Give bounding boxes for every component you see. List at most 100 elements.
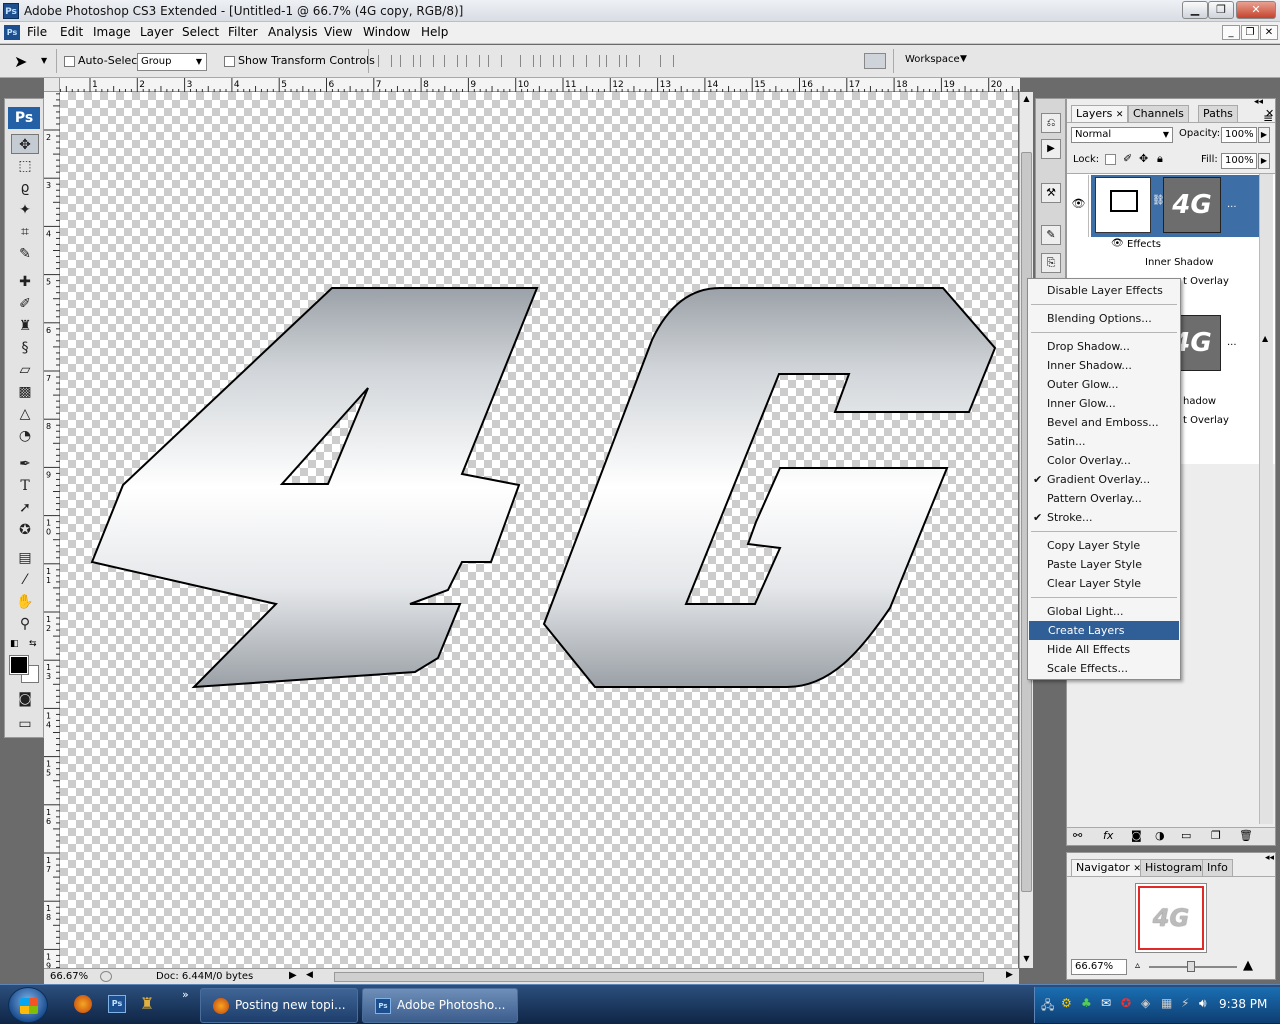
menu-item-gradient-overlay[interactable]: ✔ Gradient Overlay...: [1028, 470, 1180, 489]
foreground-color-swatch[interactable]: [9, 655, 29, 675]
new-group-icon[interactable]: ▭: [1181, 829, 1191, 842]
antivirus-icon[interactable]: ✪: [1121, 996, 1131, 1010]
tool-presets-icon[interactable]: ⚒: [1041, 183, 1061, 203]
clone-stamp-tool-icon[interactable]: ♜: [11, 316, 39, 336]
scroll-up-icon[interactable]: ▲: [1020, 92, 1033, 106]
photoshop-logo[interactable]: Ps: [8, 107, 40, 129]
menu-analysis[interactable]: Analysis: [268, 25, 317, 39]
start-button[interactable]: [8, 987, 48, 1023]
ruler-origin[interactable]: [44, 78, 60, 92]
menu-item-inner-shadow[interactable]: Inner Shadow...: [1028, 356, 1180, 375]
menu-item-hide-all-effects[interactable]: Hide All Effects: [1028, 640, 1180, 659]
horizontal-scroll-thumb[interactable]: [334, 972, 984, 982]
tab-paths[interactable]: Paths: [1198, 105, 1238, 122]
tab-histogram[interactable]: Histogram: [1140, 859, 1208, 876]
document-icon[interactable]: Ps: [4, 25, 20, 40]
menu-select[interactable]: Select: [182, 25, 219, 39]
lock-all-icon[interactable]: 🔒︎: [1157, 152, 1163, 166]
navigator-preview[interactable]: 4G: [1135, 883, 1207, 953]
doc-restore-button[interactable]: ❐: [1241, 25, 1259, 40]
status-menu-arrow-icon[interactable]: ▶: [289, 970, 297, 981]
healing-brush-tool-icon[interactable]: ✚: [11, 272, 39, 292]
tab-info[interactable]: Info: [1202, 859, 1233, 876]
pen-tool-icon[interactable]: ✒: [11, 454, 39, 474]
menu-layer[interactable]: Layer: [140, 25, 173, 39]
maximize-button[interactable]: ❐: [1208, 1, 1234, 19]
tab-layers[interactable]: Layers ✕: [1071, 105, 1129, 122]
tool-preset-dropdown-icon[interactable]: ▼: [41, 56, 47, 65]
task-firefox[interactable]: Posting new topi...: [200, 988, 358, 1023]
clone-source-icon[interactable]: ⎘: [1041, 253, 1061, 273]
delete-layer-icon[interactable]: 🗑︎: [1239, 829, 1253, 842]
menu-item-clear-layer-style[interactable]: Clear Layer Style: [1028, 574, 1180, 593]
quick-mask-icon[interactable]: ◙: [11, 689, 39, 709]
menu-item-satin[interactable]: Satin...: [1028, 432, 1180, 451]
close-button[interactable]: ✕: [1236, 1, 1276, 19]
history-brush-tool-icon[interactable]: §: [11, 338, 39, 358]
distribute-hcenter-icon[interactable]: [606, 55, 620, 67]
menu-window[interactable]: Window: [363, 25, 410, 39]
history-panel-icon[interactable]: ⎌: [1041, 113, 1061, 133]
lock-position-icon[interactable]: ✥: [1139, 152, 1148, 165]
quicklaunch-overflow-icon[interactable]: »: [182, 988, 189, 1001]
link-layers-icon[interactable]: ⚯: [1073, 829, 1082, 842]
dodge-tool-icon[interactable]: ◔: [11, 426, 39, 446]
type-tool-icon[interactable]: T: [11, 476, 39, 496]
tray-app-icon[interactable]: ♣: [1081, 996, 1092, 1010]
layer-mask-thumbnail[interactable]: [1095, 177, 1151, 233]
menu-item-pattern-overlay[interactable]: Pattern Overlay...: [1028, 489, 1180, 508]
workspace-label[interactable]: Workspace: [905, 54, 960, 65]
scroll-down-icon[interactable]: ▼: [1020, 952, 1033, 966]
auto-select-checkbox[interactable]: [64, 56, 75, 67]
menu-filter[interactable]: Filter: [228, 25, 258, 39]
custom-shape-tool-icon[interactable]: ✪: [11, 520, 39, 540]
eyedropper-tool-icon[interactable]: ⁄: [11, 570, 39, 590]
menu-item-bevel-and-emboss[interactable]: Bevel and Emboss...: [1028, 413, 1180, 432]
app-quicklaunch-icon[interactable]: ♜: [140, 994, 154, 1013]
clock[interactable]: 9:38 PM: [1219, 997, 1267, 1011]
lock-transparent-icon[interactable]: [1105, 154, 1116, 165]
brush-tool-icon[interactable]: ✐: [11, 294, 39, 314]
scroll-up-icon[interactable]: ▲: [1262, 334, 1268, 343]
firefox-quicklaunch-icon[interactable]: [74, 995, 92, 1013]
distribute-left-icon[interactable]: [586, 55, 600, 67]
tray-app2-icon[interactable]: ✉: [1101, 996, 1111, 1010]
menu-item-global-light[interactable]: Global Light...: [1028, 602, 1180, 621]
document-canvas[interactable]: 4G: [60, 92, 1018, 968]
show-transform-checkbox[interactable]: [224, 56, 235, 67]
menu-item-paste-layer-style[interactable]: Paste Layer Style: [1028, 555, 1180, 574]
zoom-level[interactable]: 66.67%: [50, 971, 88, 982]
distribute-bottom-icon[interactable]: [560, 55, 574, 67]
menu-item-inner-glow[interactable]: Inner Glow...: [1028, 394, 1180, 413]
photoshop-quicklaunch-icon[interactable]: Ps: [108, 995, 126, 1013]
security-icon[interactable]: ⚙: [1061, 996, 1072, 1010]
tab-channels[interactable]: Channels: [1128, 105, 1189, 122]
layer-2-effect-inner-shadow-partial[interactable]: hadow: [1183, 396, 1216, 407]
visibility-eye-icon[interactable]: 👁︎: [1069, 175, 1089, 237]
doc-minimize-button[interactable]: _: [1222, 25, 1240, 40]
auto-select-dropdown[interactable]: Group ▼: [137, 53, 207, 71]
effect-inner-shadow[interactable]: Inner Shadow: [1145, 257, 1214, 268]
minimize-button[interactable]: ▁: [1182, 1, 1208, 19]
menu-item-outer-glow[interactable]: Outer Glow...: [1028, 375, 1180, 394]
gradient-tool-icon[interactable]: ▩: [11, 382, 39, 402]
menu-item-drop-shadow[interactable]: Drop Shadow...: [1028, 337, 1180, 356]
align-vcenter-icon[interactable]: [400, 55, 414, 67]
scroll-right-icon[interactable]: ▶: [1006, 970, 1013, 980]
menu-help[interactable]: Help: [421, 25, 448, 39]
align-left-icon[interactable]: [444, 55, 458, 67]
align-hcenter-icon[interactable]: [466, 55, 480, 67]
move-tool-icon[interactable]: ✥: [11, 134, 39, 154]
fill-field[interactable]: 100%: [1221, 153, 1257, 169]
zoom-tool-icon[interactable]: ⚲: [11, 614, 39, 634]
status-info-icon[interactable]: [100, 971, 112, 982]
tray-app3-icon[interactable]: ◈: [1141, 996, 1150, 1010]
menu-item-stroke[interactable]: ✔ Stroke...: [1028, 508, 1180, 527]
zoom-slider-handle[interactable]: [1187, 961, 1195, 972]
workspace-chevron-icon[interactable]: ▼: [960, 54, 967, 64]
menu-file[interactable]: File: [27, 25, 47, 39]
menu-image[interactable]: Image: [93, 25, 131, 39]
slice-tool-icon[interactable]: ✎: [11, 244, 39, 264]
zoom-in-icon[interactable]: ▲: [1243, 958, 1253, 973]
menu-item-copy-layer-style[interactable]: Copy Layer Style: [1028, 536, 1180, 555]
